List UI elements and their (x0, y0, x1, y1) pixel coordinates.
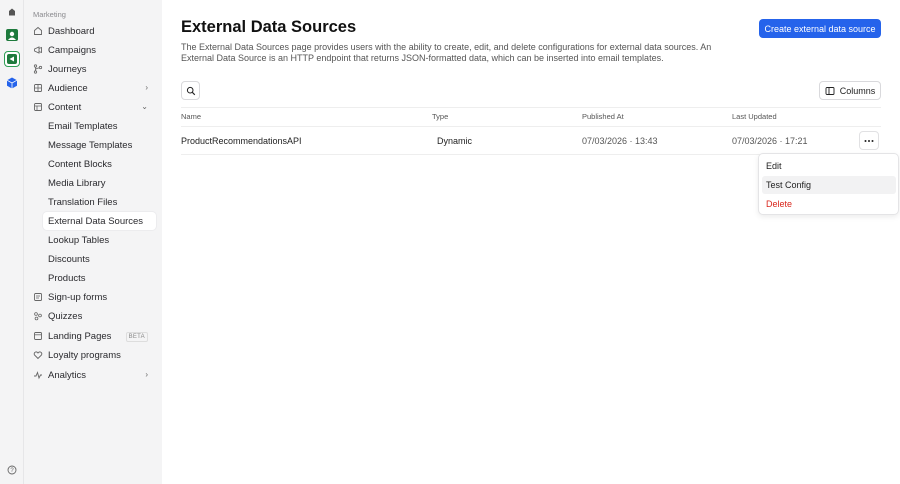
sidebar-item-label: Dashboard (48, 25, 95, 37)
page-icon (33, 331, 43, 341)
column-header-last-updated[interactable]: Last Updated (732, 112, 777, 121)
sidebar-subitem-message-templates[interactable]: Message Templates (43, 136, 156, 154)
cell-published-at: 07/03/2026 · 13:43 (582, 136, 658, 146)
sidebar-item-label: Journeys (48, 63, 87, 75)
sidebar-item-label: Analytics (48, 369, 87, 381)
sidebar-subitem-content-blocks[interactable]: Content Blocks (43, 155, 156, 173)
page-title: External Data Sources (181, 18, 357, 36)
sidebar-item-label: Quizzes (48, 310, 83, 322)
table-header: Name Type Published At Last Updated (181, 107, 881, 127)
cube-app-icon[interactable] (4, 75, 20, 91)
sidebar-subitem-discounts[interactable]: Discounts (43, 250, 156, 268)
dashboard-icon (33, 26, 43, 36)
sidebar-item-signup-forms[interactable]: Sign-up forms (28, 288, 156, 306)
app-rail: ? (0, 0, 24, 484)
sidebar-item-dashboard[interactable]: Dashboard (28, 22, 156, 40)
sidebar-item-loyalty-programs[interactable]: Loyalty programs (28, 346, 156, 364)
help-icon[interactable]: ? (7, 465, 17, 475)
home-icon[interactable] (4, 4, 20, 20)
sidebar-item-content[interactable]: Content ⌄ (28, 98, 156, 116)
beta-badge: BETA (125, 332, 148, 342)
row-actions-menu: Edit Test Config Delete (758, 153, 899, 215)
chevron-right-icon: › (145, 370, 148, 379)
cell-type: Dynamic (437, 136, 473, 146)
table-row[interactable]: ProductRecommendationsAPI Dynamic 07/03/… (181, 127, 881, 155)
create-external-data-source-button[interactable]: Create external data source (759, 19, 881, 38)
sidebar-subitem-external-data-sources[interactable]: External Data Sources (43, 212, 156, 230)
user-app-icon[interactable] (4, 27, 20, 43)
cell-last-updated: 07/03/2026 · 17:21 (732, 136, 808, 146)
quiz-icon (33, 311, 43, 321)
page-description: The External Data Sources page provides … (181, 42, 712, 63)
sidebar-subitem-translation-files[interactable]: Translation Files (43, 193, 156, 211)
sidebar-subitem-products[interactable]: Products (43, 269, 156, 287)
columns-button[interactable]: Columns (819, 81, 881, 100)
columns-icon (825, 86, 835, 95)
more-horizontal-icon (864, 139, 874, 142)
cell-name[interactable]: ProductRecommendationsAPI (181, 136, 302, 146)
column-header-published-at[interactable]: Published At (582, 112, 624, 121)
sidebar-subitem-email-templates[interactable]: Email Templates (43, 117, 156, 135)
menu-item-delete[interactable]: Delete (762, 195, 896, 213)
sidebar-subitem-media-library[interactable]: Media Library (43, 174, 156, 192)
sidebar-item-landing-pages[interactable]: Landing Pages BETA (28, 327, 156, 345)
audience-icon (33, 83, 43, 93)
sidebar-group-label: Marketing (33, 10, 66, 19)
menu-item-test-config[interactable]: Test Config (762, 176, 896, 194)
column-header-name[interactable]: Name (181, 112, 201, 121)
column-header-type[interactable]: Type (432, 112, 448, 121)
search-icon (186, 86, 195, 95)
sidebar-item-label: Landing Pages (48, 330, 112, 342)
sidebar-item-quizzes[interactable]: Quizzes (28, 307, 156, 325)
sidebar-item-campaigns[interactable]: Campaigns (28, 41, 156, 59)
heart-icon (33, 350, 43, 360)
menu-item-edit[interactable]: Edit (762, 157, 896, 175)
analytics-icon (33, 370, 43, 380)
sidebar-item-audience[interactable]: Audience › (28, 79, 156, 97)
sidebar-item-journeys[interactable]: Journeys (28, 60, 156, 78)
sidebar-subitem-lookup-tables[interactable]: Lookup Tables (43, 231, 156, 249)
sidebar-item-label: Sign-up forms (48, 291, 108, 303)
search-button[interactable] (181, 81, 200, 100)
marketing-app-icon[interactable] (4, 51, 20, 67)
sidebar-item-label: Loyalty programs (48, 349, 121, 361)
chevron-down-icon: ⌄ (141, 102, 148, 111)
sidebar-item-label: Audience (48, 82, 88, 94)
row-actions-button[interactable] (859, 131, 879, 150)
sidebar-item-label: Content (48, 101, 82, 113)
megaphone-icon (33, 45, 43, 55)
main-content: External Data Sources The External Data … (162, 0, 900, 484)
sidebar-item-analytics[interactable]: Analytics › (28, 366, 156, 384)
chevron-right-icon: › (145, 83, 148, 92)
content-icon (33, 102, 43, 112)
sidebar: Marketing Dashboard Campaigns Journeys A… (24, 0, 162, 484)
sidebar-item-label: Campaigns (48, 44, 97, 56)
columns-button-label: Columns (839, 85, 876, 96)
form-icon (33, 292, 43, 302)
branch-icon (33, 64, 43, 74)
